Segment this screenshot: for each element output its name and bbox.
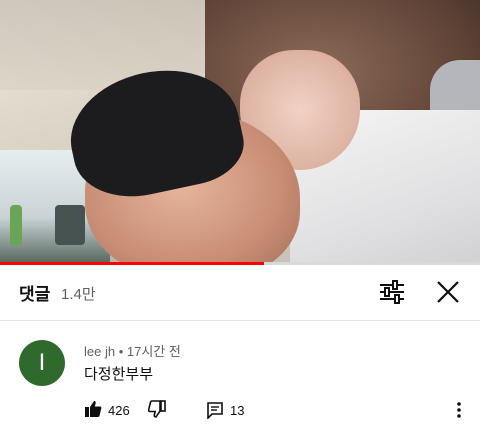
sort-icon[interactable] [379, 280, 405, 304]
more-vert-icon[interactable] [452, 401, 466, 419]
like-icon[interactable] [84, 400, 102, 418]
reply-count: 13 [230, 403, 245, 418]
video-frame-jar [55, 205, 85, 245]
comment-meta: lee jh • 17시간 전 [84, 344, 181, 359]
video-player[interactable] [0, 0, 480, 262]
comment-text: 다정한부부 [84, 366, 154, 383]
avatar[interactable]: I [19, 340, 65, 386]
video-progress-fill [0, 262, 264, 265]
reply-icon[interactable] [206, 401, 224, 419]
dislike-icon[interactable] [148, 400, 166, 418]
like-count: 426 [108, 403, 130, 418]
comments-title: 댓글 [19, 285, 51, 304]
comments-divider [0, 320, 480, 321]
comments-count: 1.4만 [61, 286, 96, 303]
video-frame-bottle [10, 205, 22, 245]
close-icon[interactable] [435, 279, 461, 305]
video-progress-bar[interactable] [0, 262, 480, 265]
